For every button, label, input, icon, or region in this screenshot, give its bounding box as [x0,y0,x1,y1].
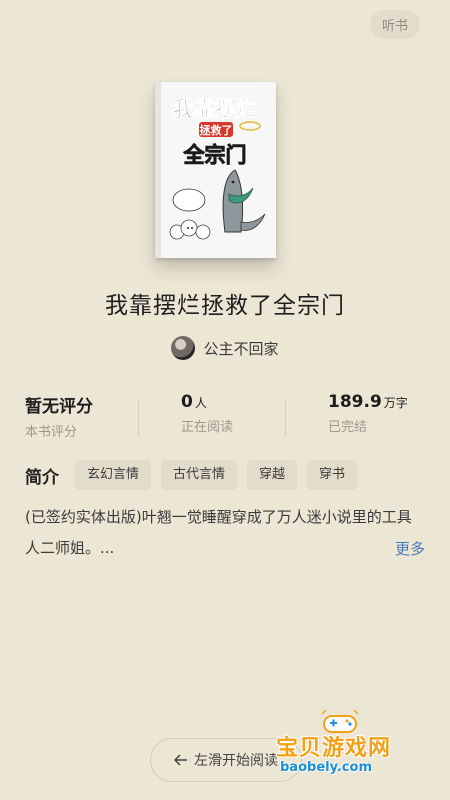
stat-wordcount-unit: 万字 [383,396,408,410]
stats-divider [138,398,139,436]
stats-row: 暂无评分 本书评分 0人 正在阅读 189.9 万字 已完结 [0,392,450,444]
stats-divider [285,398,286,436]
cover-title-line-2: 拯救了 [200,123,233,137]
genre-tag[interactable]: 玄幻言情 [75,460,152,490]
stat-wordcount-value: 189.9 [328,392,382,412]
author-row[interactable]: 公主不回家 [0,336,450,360]
stat-readers-value: 0 [181,392,193,412]
cover-title-line-3: 全宗门 [183,143,247,167]
listen-button[interactable]: 听书 [369,10,420,39]
book-cover-art: 我靠摆烂 拯救了 全宗门 [155,82,276,258]
watermark-url: baobely.com [280,760,372,775]
arrow-left-icon [174,754,187,766]
genre-tag[interactable]: 古代言情 [161,460,238,490]
more-link[interactable]: 更多 [395,534,425,565]
stat-rating: 暂无评分 本书评分 [25,392,93,440]
intro-row: 简介 玄幻言情 古代言情 穿越 穿书 [25,460,358,490]
watermark-title: 宝贝游戏网 [276,736,392,761]
book-cover[interactable]: 我靠摆烂 拯救了 全宗门 [155,82,276,258]
author-name: 公主不回家 [203,339,279,358]
stat-readers: 0人 正在阅读 [181,392,233,435]
stat-readers-unit: 人 [194,396,207,410]
stat-rating-value: 暂无评分 [25,397,93,417]
cover-title-line-1: 我靠摆烂 [173,97,257,121]
stat-wordcount-caption: 已完结 [328,420,368,435]
author-avatar [171,336,196,360]
stat-readers-caption: 正在阅读 [181,420,234,435]
genre-tag[interactable]: 穿越 [247,460,298,490]
genre-tag[interactable]: 穿书 [307,460,358,490]
stat-wordcount: 189.9 万字 已完结 [328,392,408,435]
synopsis-text: (已签约实体出版)叶翘一觉睡醒穿成了万人迷小说里的工具人二师姐。... [25,508,412,557]
book-title: 我靠摆烂拯救了全宗门 [105,293,345,319]
watermark: 宝贝游戏网 baobely.com [276,708,426,790]
stat-rating-caption: 本书评分 [25,425,78,440]
intro-label: 简介 [25,467,59,488]
start-reading-label: 左滑开始阅读 [194,753,278,769]
